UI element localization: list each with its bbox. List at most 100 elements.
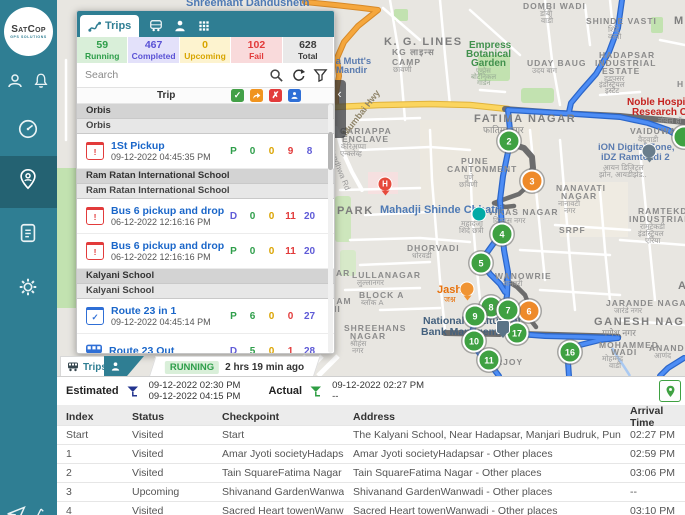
satcop-logo[interactable]: SatCop GPS SOLUTIONS <box>4 7 53 56</box>
trip-count: 0 <box>262 146 281 157</box>
tab-trips[interactable]: Trips <box>80 15 139 37</box>
search-icon[interactable] <box>269 68 284 83</box>
trip-info: Bus 6 pickup and drop06-12-2022 12:16:16… <box>111 240 224 263</box>
brand-name: SatCop <box>11 24 46 35</box>
refresh-icon[interactable] <box>291 68 306 83</box>
estimated-funnel-icon[interactable] <box>127 386 139 397</box>
trip-row[interactable]: !1St Pickup09-12-2022 04:45:35 PMP0098 <box>77 134 334 169</box>
live-tracking-icon[interactable] <box>17 168 39 190</box>
table-cell: Upcoming <box>123 486 213 498</box>
partial-menu-icon-2[interactable] <box>32 506 50 515</box>
search-input[interactable]: Search <box>85 69 262 81</box>
trip-row[interactable]: !Bus 6 pickup and drop06-12-2022 12:16:1… <box>77 199 334 234</box>
driver-icon[interactable] <box>173 19 187 33</box>
green-pin-icon <box>665 385 676 398</box>
driver-icon <box>110 361 121 372</box>
map-marker-3[interactable]: 3 <box>521 170 544 193</box>
trip-count: 0 <box>262 346 281 354</box>
jashn-restaurant-marker[interactable] <box>460 282 475 301</box>
grid-icon[interactable] <box>197 19 211 33</box>
calendar-check-icon: ✓ <box>86 308 104 325</box>
trip-title-link[interactable]: 1St Pickup <box>111 140 224 152</box>
shinde-chhatri-poi[interactable] <box>472 207 487 222</box>
trip-counts: P001120 <box>224 246 319 257</box>
trip-stats-row: 59Running467Completed0Upcoming102Fail628… <box>77 37 334 63</box>
trip-counts: D50128 <box>224 346 319 354</box>
trip-count: 27 <box>300 311 319 322</box>
student-icon[interactable] <box>288 89 301 102</box>
column-header: Status <box>123 411 213 423</box>
stat-completed[interactable]: 467Completed <box>128 37 179 63</box>
actual-funnel-icon[interactable] <box>310 386 322 397</box>
trip-detail-panel: Estimated 09-12-2022 02:30 PM 09-12-2022… <box>57 376 685 515</box>
show-on-map-button[interactable] <box>659 380 681 402</box>
map-marker-7[interactable]: 7 <box>497 299 520 322</box>
trip-count: 28 <box>300 346 319 354</box>
trip-title-link[interactable]: Bus 6 pickup and drop <box>111 205 224 217</box>
ion-digital-zone-pin[interactable] <box>642 144 657 163</box>
map-marker-5[interactable]: 5 <box>470 252 493 275</box>
table-cell: 03:06 PM <box>621 467 685 479</box>
trip-row[interactable]: !Bus 6 pickup and drop06-12-2022 12:16:1… <box>77 234 334 269</box>
bus-icon[interactable] <box>149 19 163 33</box>
trip-title-link[interactable]: Route 23 Out <box>109 345 224 353</box>
bell-icon[interactable] <box>32 72 50 90</box>
calendar-alert-icon: ! <box>86 208 104 225</box>
map-marker-16[interactable]: 16 <box>559 341 582 364</box>
table-cell: The Kalyani School, Near Hadapsar, Manja… <box>344 429 621 441</box>
column-header: Address <box>344 411 621 423</box>
forward-arrow-icon[interactable] <box>250 89 263 102</box>
trip-count: P <box>224 146 243 157</box>
map-marker-6[interactable]: 6 <box>518 300 541 323</box>
map-marker-2[interactable]: 2 <box>498 130 521 153</box>
trip-title-link[interactable]: Bus 6 pickup and drop <box>111 240 224 252</box>
estimated-time-2: 09-12-2022 04:15 PM <box>149 391 241 402</box>
trip-title-link[interactable]: Route 23 in 1 <box>111 305 224 317</box>
map-marker-edge[interactable] <box>673 126 685 149</box>
map-marker-11[interactable]: 11 <box>478 349 501 372</box>
hospital-marker[interactable]: H <box>378 177 393 196</box>
stat-label: Running <box>77 51 127 61</box>
stat-fail[interactable]: 102Fail <box>231 37 282 63</box>
completed-check-icon[interactable]: ✓ <box>231 89 244 102</box>
table-cell: Visited <box>123 448 213 460</box>
nibm-poi[interactable] <box>496 320 510 338</box>
bottom-tab-driver[interactable] <box>104 356 127 376</box>
search-row: Search <box>77 63 334 88</box>
table-row[interactable]: 1VisitedAmar Jyoti societyHadapsarAmar J… <box>57 444 685 463</box>
dashboard-icon[interactable] <box>17 118 39 140</box>
scrollbar-thumb[interactable] <box>328 132 333 170</box>
trip-group-header: Ram Ratan International School <box>77 169 334 184</box>
status-ago: 2 hrs 19 min ago <box>225 362 304 373</box>
stat-running[interactable]: 59Running <box>77 37 128 63</box>
trip-info: Route 23 in 109-12-2022 04:45:14 PM <box>111 305 224 328</box>
map-marker-4[interactable]: 4 <box>491 223 514 246</box>
partial-menu-icon[interactable] <box>6 504 26 515</box>
trip-list-scrollbar[interactable] <box>328 104 333 353</box>
trip-count: 1 <box>281 346 300 354</box>
trip-count: 0 <box>262 246 281 257</box>
fail-x-icon[interactable]: ✗ <box>269 89 282 102</box>
reports-icon[interactable] <box>17 222 39 244</box>
user-icon[interactable] <box>6 72 24 90</box>
table-cell: Visited <box>123 429 213 441</box>
stat-label: Upcoming <box>180 51 230 61</box>
settings-icon[interactable] <box>17 276 39 298</box>
map-marker-9[interactable]: 9 <box>464 305 487 328</box>
chevron-left-icon: ‹ <box>337 86 341 138</box>
table-row[interactable]: 4VisitedSacred Heart towenWanwadiSacred … <box>57 501 685 515</box>
map-marker-10[interactable]: 10 <box>463 330 486 353</box>
estimated-time-1: 09-12-2022 02:30 PM <box>149 380 241 391</box>
column-header: Index <box>57 411 123 423</box>
stat-upcoming[interactable]: 0Upcoming <box>180 37 231 63</box>
stat-value: 59 <box>77 39 127 51</box>
trip-row[interactable]: ✓Route 23 in 109-12-2022 04:45:14 PMP600… <box>77 299 334 334</box>
table-cell: 02:59 PM <box>621 448 685 460</box>
table-row[interactable]: 2VisitedTain SquareFatima NagarTain Squa… <box>57 463 685 482</box>
trip-count: 0 <box>262 211 281 222</box>
table-row[interactable]: StartVisitedStartThe Kalyani School, Nea… <box>57 425 685 444</box>
filter-icon[interactable] <box>313 68 328 83</box>
trip-row[interactable]: Route 23 OutD50128 <box>77 334 334 353</box>
table-row[interactable]: 3UpcomingShivanand GardenWanwadiShivanan… <box>57 482 685 501</box>
stat-total[interactable]: 628Total <box>283 37 334 63</box>
